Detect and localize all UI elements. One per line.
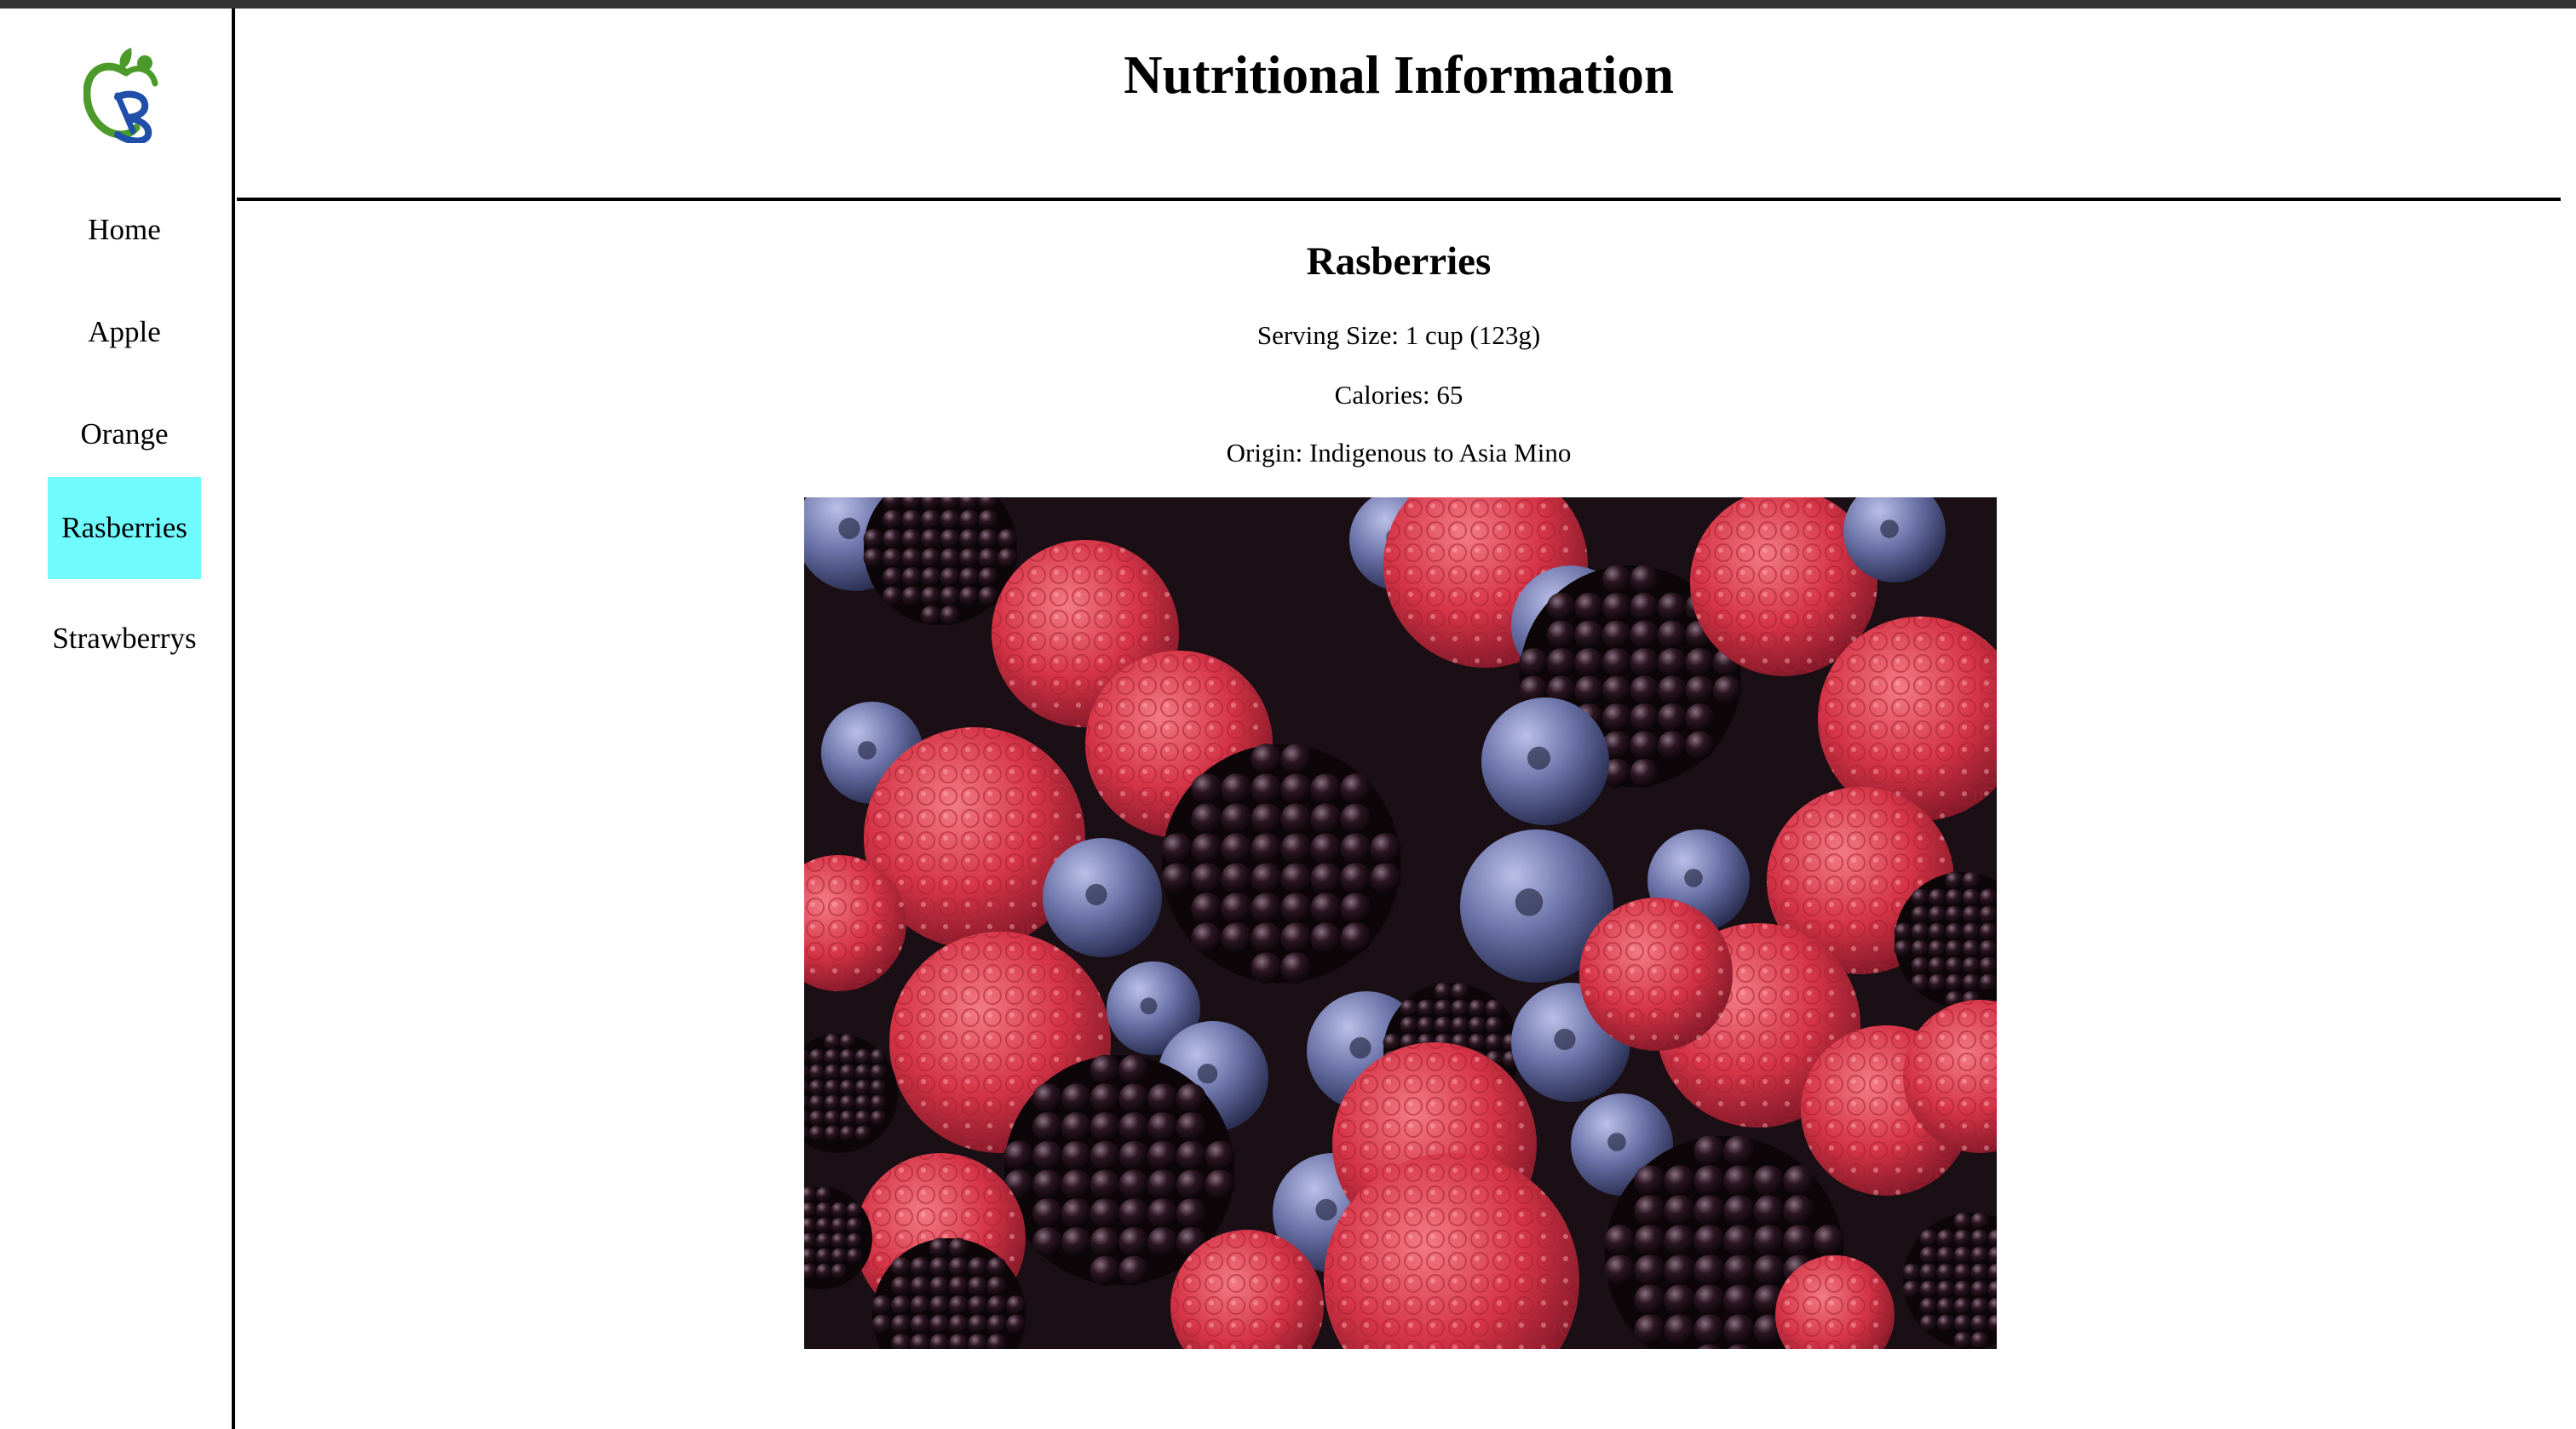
serving-size-text: Serving Size: 1 cup (123g) [1256,320,1541,350]
blueberry-shape [1481,697,1609,825]
sidebar: Home Apple Orange Rasberries Strawberrys [0,9,235,1429]
nav-orange-link[interactable]: Orange [48,383,201,485]
blackberry-shape [1161,743,1401,984]
page-header: Nutritional Information [237,9,2561,201]
fruit-title: Rasberries [1306,239,1492,284]
mixed-berries-photo [804,497,1997,1349]
blueberry-shape [1043,838,1162,957]
nav-strawberrys-link[interactable]: Strawberrys [34,588,215,690]
nav-home-link[interactable]: Home [48,179,201,281]
nav-apple-link[interactable]: Apple [48,281,201,383]
calories-text: Calories: 65 [1334,380,1463,410]
window-top-bar [0,0,2576,9]
nav-rasberries-link[interactable]: Rasberries [48,477,201,579]
origin-text: Origin: Indigenous to Asia Mino [1226,438,1572,468]
page-title: Nutritional Information [1124,45,1674,105]
apple-logo-icon[interactable] [83,46,165,145]
raspberry-shape [1579,898,1733,1051]
